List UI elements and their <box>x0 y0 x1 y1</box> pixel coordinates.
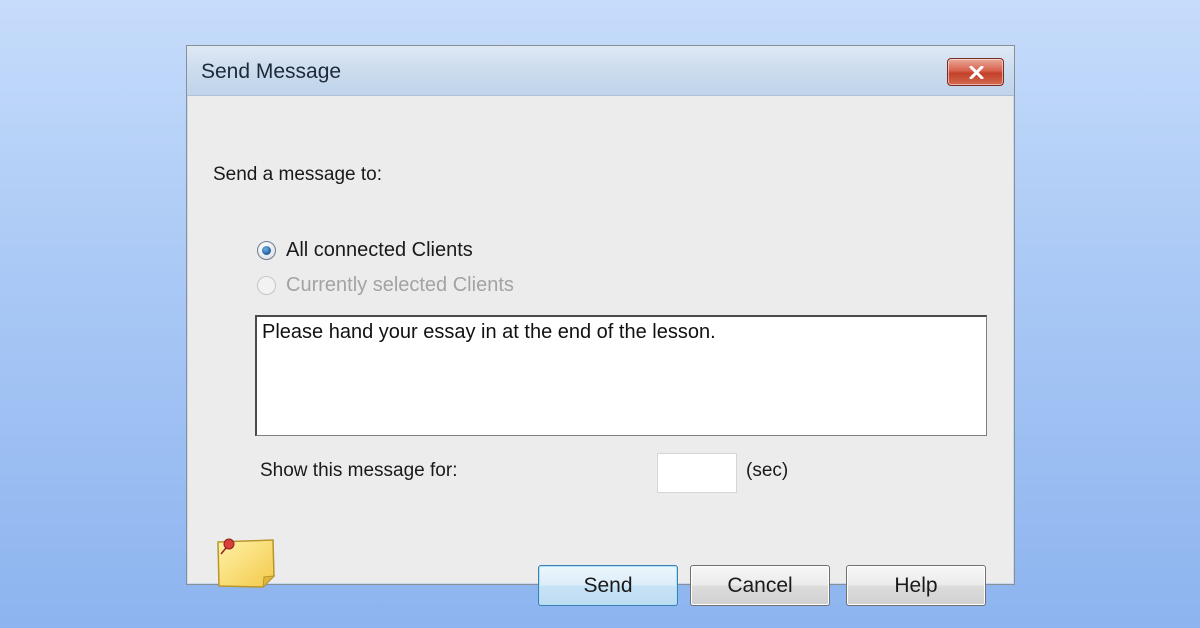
sticky-note-icon <box>217 538 276 589</box>
duration-unit-label: (sec) <box>746 460 789 481</box>
radio-all-clients[interactable]: All connected Clients <box>257 239 473 262</box>
dialog-body: Send a message to: All connected Clients… <box>187 96 1014 606</box>
duration-input[interactable] <box>657 453 737 493</box>
radio-all-clients-label: All connected Clients <box>286 239 473 261</box>
send-message-dialog: Send Message Send a message to: All conn… <box>186 45 1015 606</box>
window-title: Send Message <box>201 60 342 83</box>
message-textarea[interactable]: Please hand your essay in at the end of … <box>255 315 987 436</box>
radio-button-checked[interactable] <box>257 241 276 260</box>
help-button[interactable]: Help <box>846 565 986 606</box>
cancel-button[interactable]: Cancel <box>690 565 830 606</box>
radio-selected-clients-label: Currently selected Clients <box>286 274 514 296</box>
duration-label: Show this message for: <box>260 460 458 481</box>
radio-button-disabled <box>257 276 276 295</box>
title-bar[interactable]: Send Message <box>187 46 1014 96</box>
close-button[interactable] <box>947 58 1004 86</box>
radio-selected-clients: Currently selected Clients <box>257 274 514 297</box>
send-to-label: Send a message to: <box>213 164 382 185</box>
close-icon <box>969 66 984 79</box>
send-button[interactable]: Send <box>538 565 678 606</box>
